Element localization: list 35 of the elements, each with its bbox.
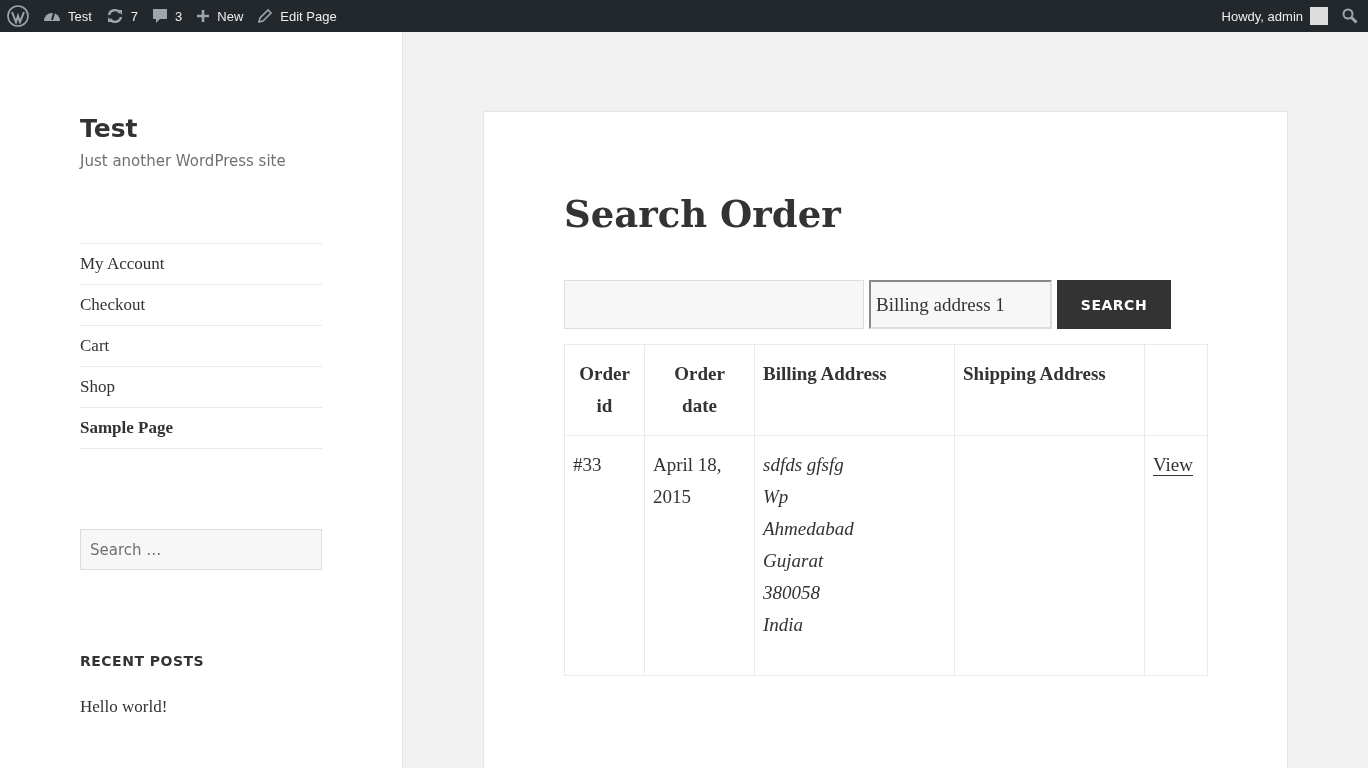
toolbar-item[interactable]: Test — [43, 8, 92, 24]
site-title[interactable]: Test — [80, 114, 138, 143]
column-header: Shipping Address — [954, 344, 1145, 436]
avatar-icon — [1310, 7, 1328, 25]
address-cell: sdfds gfsfg Wp Ahmedabad Gujarat 380058 India — [754, 435, 955, 676]
search-field[interactable] — [564, 280, 864, 329]
page-title: Search Order — [564, 192, 841, 236]
search-field[interactable]: Search … — [80, 529, 322, 570]
pencil-icon — [257, 8, 274, 24]
column-header: Order date — [644, 344, 755, 436]
refresh-icon — [105, 8, 124, 24]
plus-icon — [196, 9, 211, 23]
search-icon[interactable] — [1342, 8, 1358, 24]
wordpress-logo-icon[interactable] — [7, 5, 29, 27]
view-link[interactable]: View — [1153, 454, 1193, 476]
nav-link[interactable]: Checkout — [80, 285, 322, 326]
toolbar-item[interactable]: 3 — [152, 8, 183, 24]
table-cell: April 18, 2015 — [644, 435, 755, 676]
table-cell: #33 — [564, 435, 645, 676]
site-tagline: Just another WordPress site — [80, 152, 286, 170]
post-link[interactable]: Hello world! — [80, 697, 168, 717]
search-button[interactable]: SEARCH — [1057, 280, 1171, 329]
nav-link[interactable]: My Account — [80, 244, 322, 285]
nav-link[interactable]: Shop — [80, 367, 322, 408]
nav-link[interactable]: Sample Page — [80, 408, 322, 449]
comment-icon — [152, 8, 169, 24]
filter-select[interactable]: Billing address 1 — [869, 280, 1052, 329]
toolbar-item[interactable]: 7 — [105, 8, 139, 24]
account-menu[interactable]: Howdy, admin — [1221, 7, 1328, 25]
nav-link[interactable]: Cart — [80, 326, 322, 367]
column-header: Order id — [564, 344, 645, 436]
widget-heading: RECENT POSTS — [80, 653, 205, 669]
column-header: Billing Address — [754, 344, 955, 436]
toolbar-item[interactable]: New — [196, 8, 244, 24]
toolbar-item[interactable]: Edit Page — [257, 8, 337, 24]
